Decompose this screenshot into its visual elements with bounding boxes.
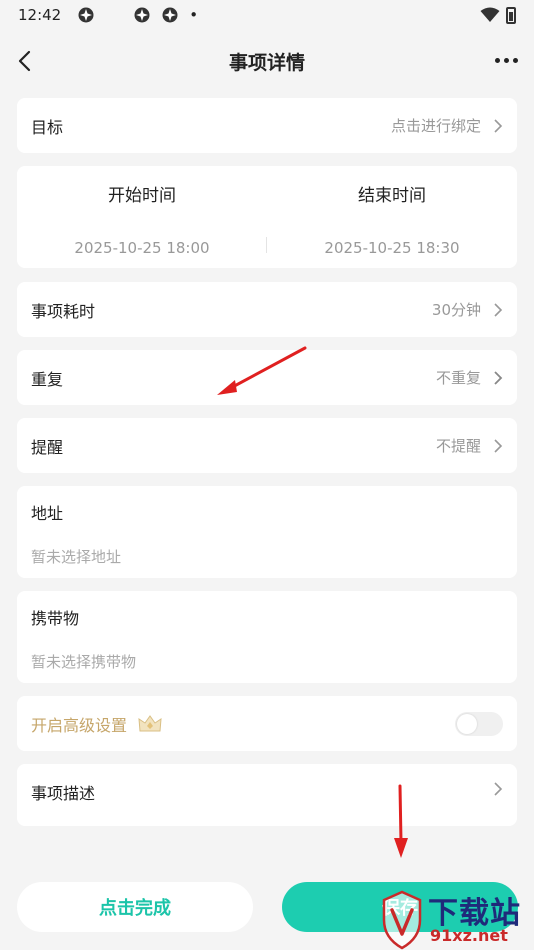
carry-items-card[interactable]: 携带物 暂未选择携带物 <box>17 591 517 683</box>
reminder-row[interactable]: 提醒 不提醒 <box>17 418 517 473</box>
status-time: 12:42 <box>18 6 62 24</box>
time-range-card: 开始时间 2025-10-25 18:00 结束时间 2025-10-25 18… <box>17 166 517 268</box>
address-label: 地址 <box>31 504 64 523</box>
end-time-picker[interactable]: 结束时间 2025-10-25 18:30 <box>267 166 517 268</box>
chevron-right-icon <box>494 438 503 453</box>
start-time-picker[interactable]: 开始时间 2025-10-25 18:00 <box>17 166 267 268</box>
repeat-label: 重复 <box>31 369 64 389</box>
advanced-settings-row: 开启高级设置 <box>17 696 517 751</box>
duration-value: 30分钟 <box>431 301 481 319</box>
page-title: 事项详情 <box>228 51 305 74</box>
carry-items-label: 携带物 <box>31 609 80 628</box>
description-label: 事项描述 <box>31 784 96 803</box>
start-time-label: 开始时间 <box>108 186 176 206</box>
repeat-value: 不重复 <box>435 369 481 387</box>
end-time-value: 2025-10-25 18:30 <box>324 239 460 257</box>
advanced-settings-label: 开启高级设置 <box>31 715 128 735</box>
battery-icon <box>506 6 516 24</box>
header: 事项详情 <box>0 36 534 86</box>
app-notification-icon <box>134 7 150 23</box>
crown-icon <box>138 714 162 731</box>
end-time-label: 结束时间 <box>358 186 426 206</box>
app-notification-icon <box>78 7 94 23</box>
watermark-url: 91xz.net <box>430 926 508 945</box>
address-card[interactable]: 地址 暂未选择地址 <box>17 486 517 578</box>
app-notification-icon <box>162 7 178 23</box>
target-row[interactable]: 目标 点击进行绑定 <box>17 98 517 153</box>
duration-label: 事项耗时 <box>31 301 96 321</box>
watermark: 下载站 91xz.net <box>378 888 534 950</box>
reminder-label: 提醒 <box>31 437 64 457</box>
target-value: 点击进行绑定 <box>390 117 481 135</box>
duration-row[interactable]: 事项耗时 30分钟 <box>17 282 517 337</box>
more-options-icon[interactable] <box>495 58 518 63</box>
reminder-value: 不提醒 <box>435 437 481 455</box>
chevron-right-icon <box>494 118 503 133</box>
chevron-right-icon <box>494 370 503 385</box>
site-logo-icon <box>382 890 422 950</box>
description-row[interactable]: 事项描述 <box>17 764 517 826</box>
chevron-right-icon <box>494 782 503 796</box>
target-label: 目标 <box>31 117 64 137</box>
status-bar: 12:42 • <box>0 0 534 30</box>
complete-button[interactable]: 点击完成 <box>17 882 253 932</box>
advanced-settings-toggle[interactable] <box>455 711 503 736</box>
status-more-dot: • <box>189 6 199 24</box>
divider <box>266 237 267 253</box>
start-time-value: 2025-10-25 18:00 <box>74 239 210 257</box>
address-placeholder: 暂未选择地址 <box>31 548 122 566</box>
carry-items-placeholder: 暂未选择携带物 <box>31 653 137 671</box>
repeat-row[interactable]: 重复 不重复 <box>17 350 517 405</box>
back-arrow-icon[interactable] <box>14 48 38 74</box>
wifi-icon <box>480 7 500 22</box>
chevron-right-icon <box>494 302 503 317</box>
